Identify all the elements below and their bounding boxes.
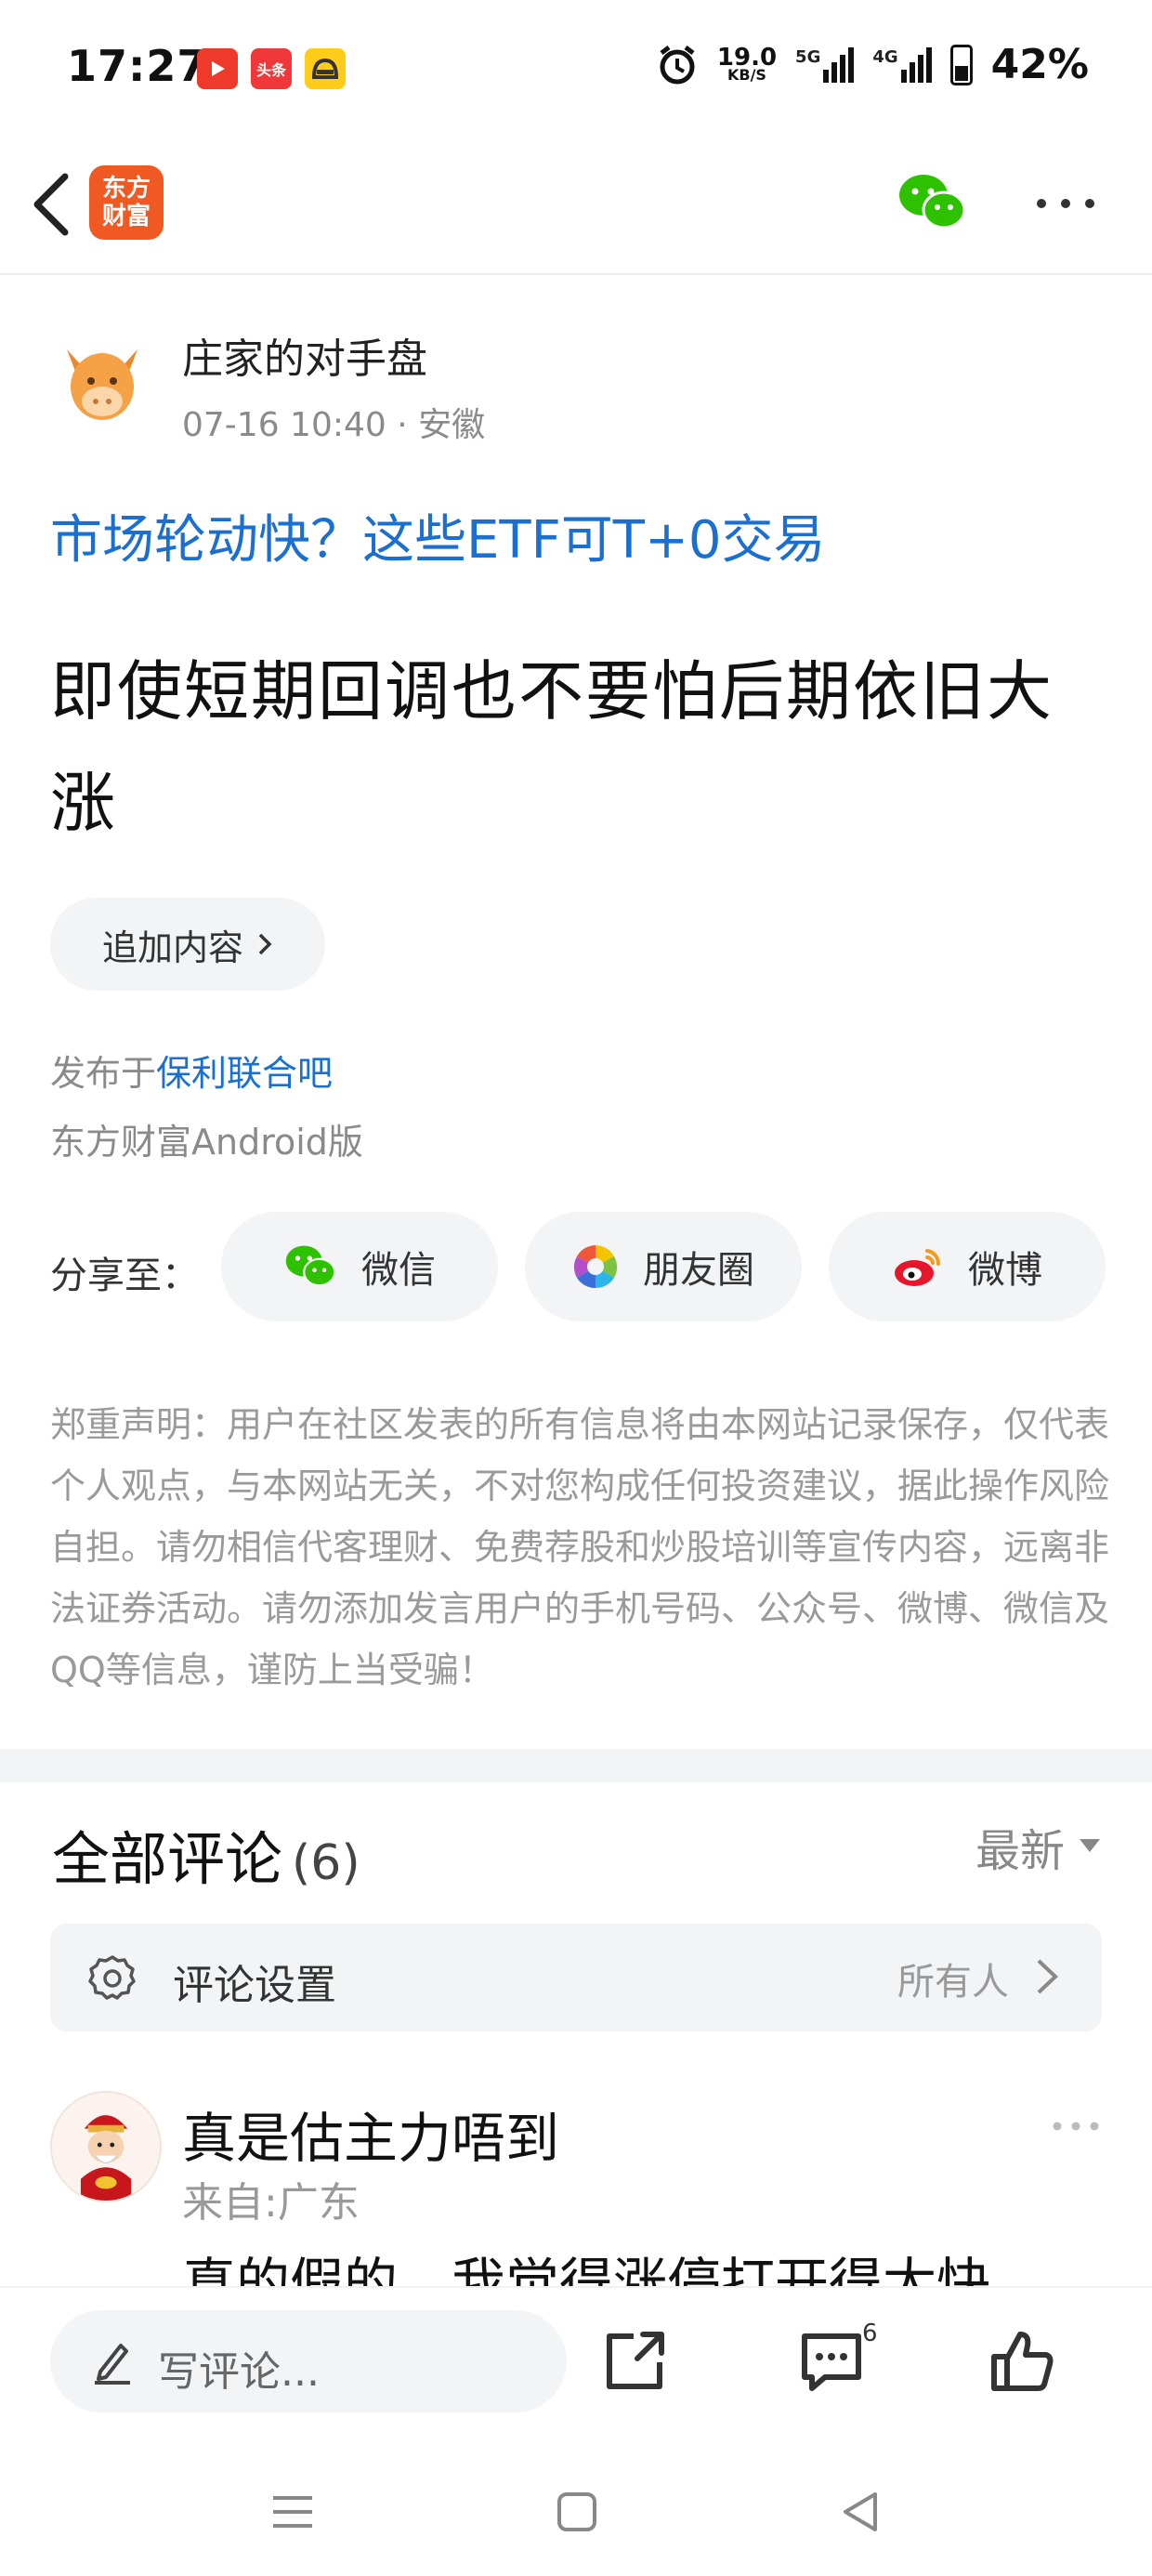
back-icon[interactable]: [22, 167, 87, 242]
write-comment-placeholder: 写评论...: [158, 2348, 320, 2396]
write-comment-input[interactable]: 写评论...: [50, 2310, 567, 2412]
app-logo[interactable]: 东方 财富: [89, 165, 164, 240]
comment-count-badge: 6: [862, 2320, 878, 2347]
post-title: 即使短期回调也不要怕后期依旧大涨: [50, 653, 1054, 841]
more-options-icon[interactable]: [1033, 190, 1098, 217]
sort-button[interactable]: 最新: [975, 1814, 1100, 1879]
share-moments-button[interactable]: 朋友圈: [525, 1212, 802, 1321]
status-time: 17:27: [67, 41, 208, 91]
like-icon[interactable]: [988, 2327, 1057, 2396]
share-label: 分享至：: [50, 1255, 199, 1297]
comment-more-icon[interactable]: [1050, 2117, 1102, 2136]
weibo-icon: [895, 1249, 941, 1286]
share-wechat-button[interactable]: 微信: [221, 1212, 498, 1321]
video-app-icon: [197, 48, 238, 89]
status-bar: 17:27 头条 19.0 KB/S 5G 4G 42%: [0, 0, 1152, 139]
chevron-right-icon: [258, 933, 272, 955]
bottom-action-bar: 写评论... 6: [0, 2286, 1152, 2444]
append-content-button[interactable]: 追加内容: [50, 898, 325, 991]
bar-link[interactable]: 保利联合吧: [156, 1053, 333, 1094]
pen-icon: [95, 2344, 130, 2385]
published-in: 发布于保利联合吧: [50, 1053, 334, 1094]
battery-percent: 42%: [990, 41, 1089, 88]
signal-4g-icon: 4G: [872, 46, 932, 83]
comment-location: 来自:广东: [182, 2179, 360, 2227]
gear-icon: [88, 1955, 136, 2000]
menu-icon[interactable]: [269, 2489, 316, 2535]
status-right: 19.0 KB/S 5G 4G 42%: [656, 41, 1089, 88]
comment-settings-label: 评论设置: [173, 1962, 336, 2009]
notification-icons: 头条: [197, 48, 346, 89]
comments-title: 全部评论 (6): [52, 1825, 360, 1893]
comment-username[interactable]: 真是估主力唔到: [182, 2095, 559, 2173]
chevron-right-icon: [1037, 1959, 1058, 1994]
comment-settings-value: 所有人: [897, 1961, 1009, 2004]
back-nav-icon[interactable]: [838, 2489, 884, 2535]
home-icon[interactable]: [554, 2489, 600, 2535]
disclaimer-text: 郑重声明：用户在社区发表的所有信息将由本网站记录保存，仅代表个人观点，与本网站无…: [50, 1404, 1110, 1690]
helmet-app-icon: [305, 48, 346, 89]
client-label: 东方财富Android版: [50, 1122, 363, 1163]
share-external-icon[interactable]: [600, 2327, 669, 2396]
nav-header: 东方 财富: [0, 139, 1152, 275]
toutiao-icon: 头条: [251, 48, 292, 89]
author-avatar[interactable]: [58, 336, 147, 426]
wechat-icon: [285, 1245, 336, 1287]
moments-icon: [573, 1245, 618, 1289]
comment-avatar[interactable]: [50, 2091, 162, 2202]
post-meta: 07-16 10:40 · 安徽: [182, 406, 486, 444]
author-name[interactable]: 庄家的对手盘: [182, 325, 427, 385]
comment-icon[interactable]: [797, 2327, 866, 2396]
comment-settings-row[interactable]: 评论设置 所有人: [50, 1924, 1102, 2031]
battery-icon: [949, 44, 973, 85]
system-nav-bar: [0, 2444, 1152, 2576]
network-speed: 19.0 KB/S: [716, 43, 778, 84]
caret-down-icon: [1080, 1839, 1100, 1852]
comments-count: (6): [292, 1835, 360, 1891]
share-weibo-button[interactable]: 微博: [829, 1212, 1106, 1321]
wechat-share-icon[interactable]: [897, 173, 966, 232]
topic-link[interactable]: 市场轮动快？这些ETF可T+0交易: [50, 498, 826, 573]
section-divider: [0, 1749, 1152, 1782]
alarm-icon: [660, 45, 695, 84]
signal-5g-icon: 5G: [795, 46, 855, 83]
